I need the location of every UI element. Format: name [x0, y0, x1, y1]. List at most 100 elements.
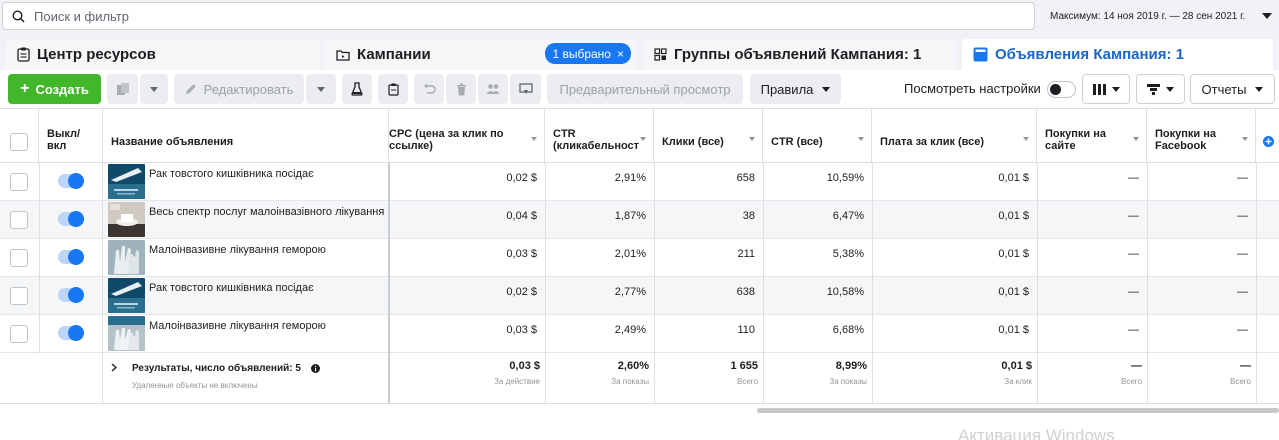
- total-ctr: 2,60%: [617, 360, 649, 372]
- reports-button[interactable]: Отчеты: [1190, 74, 1275, 104]
- toggle-knob: [68, 173, 84, 189]
- ad-thumbnail[interactable]: [108, 316, 145, 351]
- header-ctr[interactable]: CTR (кликабельност: [545, 109, 654, 163]
- selected-count-badge[interactable]: 1 выбрано ×: [545, 43, 631, 64]
- view-settings-toggle[interactable]: [1047, 81, 1076, 98]
- tab-resource-center[interactable]: Центр ресурсов: [6, 39, 319, 70]
- sort-icon[interactable]: [640, 137, 646, 141]
- ad-name[interactable]: Весь спектр послуг малоінвазівного лікув…: [149, 206, 384, 218]
- table-row[interactable]: Рак товстого кишківника посідає 0,02 $ 2…: [0, 277, 1279, 315]
- duplicate-icon: [116, 83, 129, 95]
- sort-icon[interactable]: [1133, 137, 1139, 141]
- sort-icon[interactable]: [858, 137, 864, 141]
- cpc-value: 0,03 $: [506, 324, 537, 336]
- tab-ad-sets[interactable]: Группы объявлений Кампания: 1: [643, 39, 956, 70]
- tab-ads[interactable]: Объявления Кампания: 1: [962, 39, 1273, 70]
- ad-thumbnail[interactable]: [108, 240, 145, 275]
- clicks-value: 110: [737, 324, 755, 336]
- search-icon: [12, 9, 25, 23]
- site-purchases-value: —: [1128, 286, 1139, 298]
- header-select-cell: [0, 109, 39, 163]
- row-checkbox[interactable]: [10, 211, 28, 229]
- flask-icon: [351, 82, 363, 96]
- ab-test-button[interactable]: [342, 74, 372, 104]
- header-cpc-all[interactable]: Плата за клик (все): [872, 109, 1037, 163]
- badge-label: 1 выбрано: [552, 46, 611, 61]
- header-cpc[interactable]: CPC (цена за клик по ссылке): [389, 109, 545, 163]
- select-all-checkbox[interactable]: [10, 133, 28, 151]
- edit-button[interactable]: Редактировать: [174, 74, 304, 104]
- ctr-value: 2,91%: [614, 172, 646, 184]
- date-range-label: Максимум: 14 ноя 2019 г. — 28 сен 2021 г…: [1050, 10, 1246, 22]
- table-row[interactable]: Весь спектр послуг малоінвазівного лікув…: [0, 201, 1279, 239]
- edit-label: Редактировать: [203, 81, 294, 97]
- ad-status-toggle[interactable]: [58, 211, 84, 227]
- sort-icon[interactable]: [749, 137, 755, 141]
- audience-button[interactable]: [478, 74, 508, 104]
- clipboard-button[interactable]: [378, 74, 408, 104]
- ad-thumbnail[interactable]: [108, 278, 145, 313]
- horizontal-scrollbar[interactable]: [757, 408, 1279, 413]
- header-on-off[interactable]: Выкл/ вкл: [39, 109, 103, 163]
- preview-button[interactable]: Предварительный просмотр: [547, 74, 743, 104]
- row-checkbox[interactable]: [10, 249, 28, 267]
- header-site-purchases[interactable]: Покупки на сайте: [1037, 109, 1147, 163]
- header-facebook-purchases[interactable]: Покупки на Facebook: [1147, 109, 1256, 163]
- sort-icon[interactable]: [1023, 137, 1029, 141]
- ad-name[interactable]: Рак товстого кишківника посідає: [149, 282, 314, 294]
- total-site-purchases-caption: Всего: [1121, 377, 1142, 386]
- search-input[interactable]: [34, 8, 994, 24]
- header-add-column[interactable]: [1256, 109, 1279, 163]
- ad-name[interactable]: Малоінвазивне лікування геморою: [149, 244, 326, 256]
- table-row[interactable]: Малоінвазивне лікування геморою 0,03 $ 2…: [0, 239, 1279, 277]
- info-icon[interactable]: [311, 364, 320, 373]
- header-ad-name[interactable]: Название объявления: [103, 109, 389, 163]
- sort-icon[interactable]: [531, 137, 537, 141]
- search-box[interactable]: [2, 2, 1035, 30]
- ad-name[interactable]: Малоінвазивне лікування геморою: [149, 320, 326, 332]
- cpc-value: 0,03 $: [506, 248, 537, 260]
- duplicate-button[interactable]: [107, 74, 138, 104]
- columns-button[interactable]: [1082, 74, 1130, 104]
- ad-name[interactable]: Рак товстого кишківника посідає: [149, 168, 314, 180]
- table-row[interactable]: Рак товстого кишківника посідає 0,02 $ 2…: [0, 163, 1279, 201]
- row-checkbox[interactable]: [10, 325, 28, 343]
- edit-menu-button[interactable]: [306, 74, 336, 104]
- ad-thumbnail[interactable]: [108, 202, 145, 237]
- rules-button[interactable]: Правила: [750, 74, 841, 104]
- duplicate-menu-button[interactable]: [140, 74, 168, 104]
- delete-button[interactable]: [446, 74, 476, 104]
- chevron-right-icon[interactable]: [111, 363, 117, 372]
- add-column-icon[interactable]: [1263, 136, 1274, 147]
- chevron-down-icon: [317, 86, 325, 92]
- cpc-all-value: 0,01 $: [998, 172, 1029, 184]
- table-row[interactable]: Малоінвазивне лікування геморою 0,03 $ 2…: [0, 315, 1279, 353]
- close-icon[interactable]: ×: [617, 47, 624, 61]
- clicks-value: 638: [736, 286, 755, 298]
- ad-status-toggle[interactable]: [58, 249, 84, 265]
- export-button[interactable]: [510, 74, 541, 104]
- cpc-all-value: 0,01 $: [998, 286, 1029, 298]
- facebook-purchases-value: —: [1237, 324, 1248, 336]
- ad-thumbnail[interactable]: [108, 164, 145, 199]
- total-clicks-caption: Всего: [737, 377, 758, 386]
- header-clicks[interactable]: Клики (все): [654, 109, 763, 163]
- row-checkbox[interactable]: [10, 173, 28, 191]
- ad-status-toggle[interactable]: [58, 325, 84, 341]
- header-ctr-all[interactable]: CTR (все): [763, 109, 872, 163]
- ad-status-toggle[interactable]: [58, 287, 84, 303]
- undo-button[interactable]: [414, 74, 444, 104]
- preview-label: Предварительный просмотр: [559, 81, 731, 97]
- ad-status-toggle[interactable]: [58, 173, 84, 189]
- column-divider: [763, 163, 764, 404]
- site-purchases-value: —: [1128, 248, 1139, 260]
- ctr-value: 2,49%: [614, 324, 646, 336]
- sort-icon[interactable]: [1242, 137, 1248, 141]
- breakdown-button[interactable]: [1136, 74, 1185, 104]
- results-subtitle: Удаленные объекты не включены: [132, 381, 258, 390]
- tab-campaigns[interactable]: Кампании 1 выбрано ×: [325, 39, 637, 70]
- date-range-picker[interactable]: Максимум: 14 ноя 2019 г. — 28 сен 2021 г…: [1041, 4, 1275, 28]
- create-button[interactable]: + Создать: [8, 74, 101, 104]
- row-checkbox[interactable]: [10, 287, 28, 305]
- toggle-knob: [1050, 84, 1061, 95]
